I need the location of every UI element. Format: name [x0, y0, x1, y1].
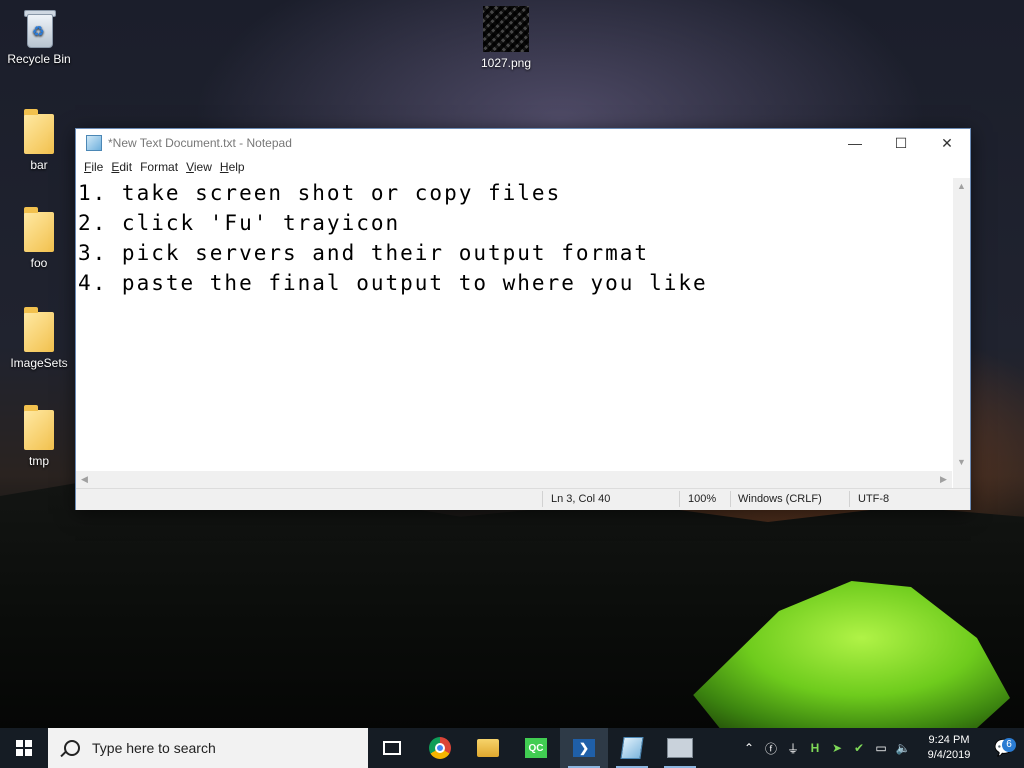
folder-icon	[24, 109, 54, 154]
network-icon[interactable]: ▭	[870, 728, 892, 768]
folder-icon	[24, 207, 54, 252]
scroll-left-arrow-icon[interactable]: ◀	[76, 471, 93, 488]
check-icon[interactable]: ✔	[848, 728, 870, 768]
desktop-icon-label: Recycle Bin	[7, 52, 71, 66]
desktop-icon-label: bar	[30, 158, 48, 172]
taskbar-powershell[interactable]: ❯	[560, 728, 608, 768]
status-divider	[849, 491, 850, 507]
status-line-ending: Windows (CRLF)	[738, 493, 822, 505]
chrome-icon	[429, 737, 451, 759]
vertical-scrollbar[interactable]: ▲ ▼	[953, 178, 970, 471]
status-encoding: UTF-8	[858, 493, 890, 505]
image-file-icon	[483, 6, 529, 52]
desktop-icon-foo[interactable]: foo	[1, 207, 77, 270]
window-title: *New Text Document.txt - Notepad	[108, 136, 292, 150]
notepad-icon	[86, 135, 102, 151]
search-placeholder: Type here to search	[92, 740, 216, 756]
taskbar-search-box[interactable]: Type here to search	[48, 728, 368, 768]
powershell-icon: ❯	[573, 739, 595, 757]
task-view-icon	[383, 741, 401, 755]
folder-icon	[24, 307, 54, 352]
menu-help[interactable]: Help	[218, 160, 251, 174]
taskbar-printer-app[interactable]	[656, 728, 704, 768]
desktop-icon-1027-png[interactable]: 1027.png	[468, 6, 544, 70]
desktop-icon-imagesets[interactable]: ImageSets	[1, 307, 77, 370]
clock-time: 9:24 PM	[928, 734, 970, 746]
taskbar-file-explorer[interactable]	[464, 728, 512, 768]
text-line: 1. take screen shot or copy files	[78, 181, 562, 205]
title-bar[interactable]: *New Text Document.txt - Notepad — ☐ ✕	[76, 129, 970, 157]
notification-count-badge: 6	[1002, 738, 1016, 752]
file-explorer-icon	[477, 739, 499, 757]
fu-tray-icon[interactable]: ⓕ	[760, 728, 782, 768]
taskbar-qt-creator[interactable]: QC	[512, 728, 560, 768]
system-tray: ⌃ ⓕ ⏚ H ➤ ✔ ▭ 🔈 9:24 PM 9/4/2019 💬 6	[738, 728, 1024, 768]
taskbar: Type here to search QC ❯ ⌃ ⓕ ⏚ H ➤ ✔ ▭ 🔈…	[0, 728, 1024, 768]
qt-creator-icon: QC	[525, 738, 547, 758]
text-line: 3. pick servers and their output format	[78, 241, 650, 265]
scroll-up-arrow-icon[interactable]: ▲	[953, 178, 970, 195]
text-line: 2. click 'Fu' trayicon	[78, 211, 401, 235]
task-view-button[interactable]	[368, 728, 416, 768]
notepad-icon	[620, 737, 644, 759]
horizontal-scrollbar[interactable]: ◀ ▶	[76, 471, 952, 488]
desktop-icon-bar[interactable]: bar	[1, 109, 77, 172]
scroll-right-arrow-icon[interactable]: ▶	[935, 471, 952, 488]
h-icon[interactable]: H	[804, 728, 826, 768]
taskbar-notepad[interactable]	[608, 728, 656, 768]
desktop-icon-label: 1027.png	[480, 56, 532, 70]
menu-view[interactable]: View	[184, 160, 218, 174]
menu-bar: File Edit Format View Help	[76, 157, 970, 177]
folder-icon	[24, 405, 54, 450]
menu-file[interactable]: File	[82, 160, 109, 174]
status-divider	[542, 491, 543, 507]
search-icon	[64, 740, 80, 756]
taskbar-clock[interactable]: 9:24 PM 9/4/2019	[914, 733, 984, 763]
menu-format[interactable]: Format	[138, 160, 184, 174]
desktop-icon-label: ImageSets	[10, 356, 68, 370]
scroll-down-arrow-icon[interactable]: ▼	[953, 454, 970, 471]
text-line: 4. paste the final output to where you l…	[78, 271, 708, 295]
desktop-icon-label: foo	[30, 256, 48, 270]
maximize-button[interactable]: ☐	[878, 129, 924, 157]
close-button[interactable]: ✕	[924, 129, 970, 157]
desktop-icon-recycle-bin[interactable]: ♻ Recycle Bin	[1, 8, 77, 66]
windows-logo-icon	[16, 740, 32, 756]
desktop-icon-label: tmp	[28, 454, 49, 468]
status-cursor-position: Ln 3, Col 40	[551, 493, 611, 505]
status-divider	[679, 491, 680, 507]
volume-icon[interactable]: 🔈	[892, 728, 914, 768]
desktop-icon-tmp[interactable]: tmp	[1, 405, 77, 468]
clock-date: 9/4/2019	[927, 749, 971, 761]
start-button[interactable]	[0, 728, 48, 768]
menu-edit[interactable]: Edit	[109, 160, 138, 174]
status-zoom: 100%	[688, 493, 717, 505]
printer-icon	[667, 738, 693, 758]
status-bar: Ln 3, Col 40 100% Windows (CRLF) UTF-8	[76, 488, 970, 510]
arrow-icon[interactable]: ➤	[826, 728, 848, 768]
minimize-button[interactable]: —	[832, 129, 878, 157]
notepad-window[interactable]: *New Text Document.txt - Notepad — ☐ ✕ F…	[75, 128, 971, 510]
usb-icon[interactable]: ⏚	[782, 728, 804, 768]
taskbar-chrome[interactable]	[416, 728, 464, 768]
notification-center-button[interactable]: 💬 6	[984, 738, 1024, 758]
chevron-up-icon[interactable]: ⌃	[738, 728, 760, 768]
scrollbar-corner	[953, 471, 970, 488]
status-divider	[730, 491, 731, 507]
text-editor-area[interactable]: 1. take screen shot or copy files 2. clic…	[76, 178, 954, 471]
recycle-bin-icon: ♻	[22, 8, 56, 48]
